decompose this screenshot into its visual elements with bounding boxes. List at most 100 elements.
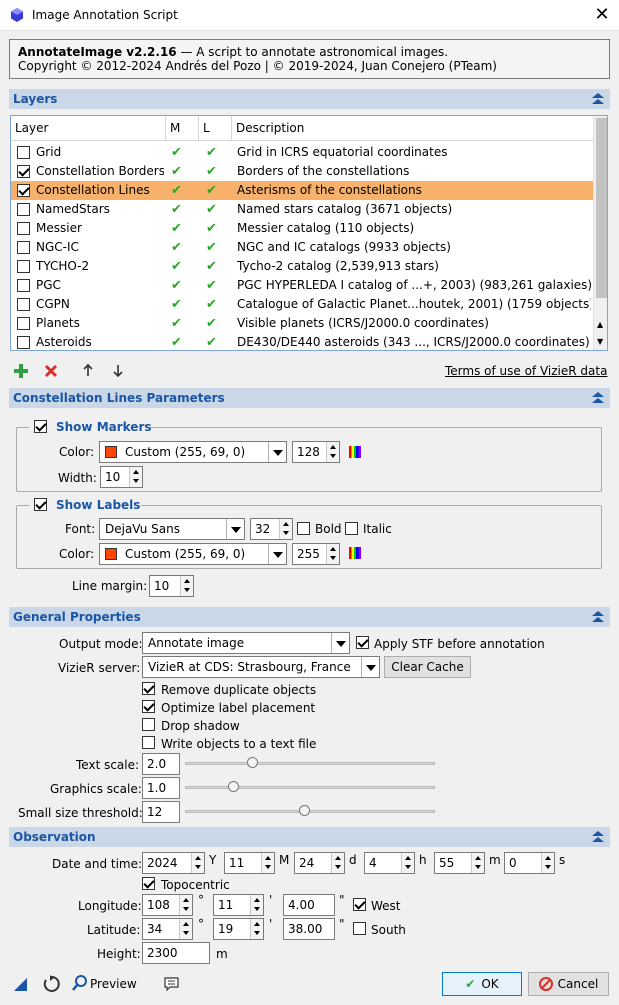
hour-spinbox[interactable]: 4 <box>364 852 415 874</box>
month-spinbox[interactable]: 11 <box>224 852 275 874</box>
section-general-header[interactable]: General Properties <box>9 607 610 627</box>
delete-layer-icon[interactable] <box>44 364 58 378</box>
table-row[interactable]: NamedStars ✔ ✔ Named stars catalog (3671 ob… <box>11 200 593 219</box>
scroll-down-icon[interactable]: ▼ <box>597 337 603 346</box>
vizier-server-select[interactable]: VizieR at CDS: Strasbourg, France <box>142 656 380 678</box>
south-checkbox[interactable] <box>353 922 366 935</box>
label-alpha-spinbox[interactable]: 255 <box>292 543 340 565</box>
graphics-scale-input[interactable]: 1.0 <box>142 777 180 799</box>
latitude-seconds-input[interactable]: 38.00 <box>283 918 335 940</box>
table-row[interactable]: Grid ✔ ✔ Grid in ICRS equatorial coordinate… <box>11 143 593 162</box>
slider-knob[interactable] <box>247 757 258 768</box>
remove-duplicates-checkbox[interactable] <box>142 682 155 695</box>
topocentric-checkbox[interactable] <box>142 877 155 890</box>
longitude-degrees-spinbox[interactable]: 108 <box>142 894 193 916</box>
layer-visibility-checkbox[interactable] <box>17 165 30 178</box>
chevron-down-icon[interactable] <box>361 657 379 677</box>
scroll-up-icon[interactable]: ▲ <box>597 320 603 329</box>
layer-visibility-checkbox[interactable] <box>17 222 30 235</box>
magnifier-icon[interactable] <box>72 975 88 991</box>
documentation-icon[interactable] <box>164 977 179 991</box>
spin-arrows-icon[interactable] <box>179 919 192 939</box>
graphics-scale-slider[interactable] <box>185 781 435 793</box>
text-scale-slider[interactable] <box>185 757 435 769</box>
second-spinbox[interactable]: 0 <box>504 852 555 874</box>
spin-arrows-icon[interactable] <box>541 853 554 873</box>
drop-shadow-checkbox[interactable] <box>142 718 155 731</box>
spin-arrows-icon[interactable] <box>471 853 484 873</box>
layer-visibility-checkbox[interactable] <box>17 203 30 216</box>
year-spinbox[interactable]: 2024 <box>142 852 205 874</box>
close-icon[interactable]: ✕ <box>588 2 616 28</box>
chevron-down-icon[interactable] <box>226 519 244 539</box>
table-row[interactable]: Constellation Lines ✔ ✔ Asterisms of the co… <box>11 181 593 200</box>
color-picker-icon[interactable] <box>349 547 361 559</box>
width-spinbox[interactable]: 10 <box>100 466 143 488</box>
height-input[interactable]: 2300 <box>142 942 210 964</box>
collapse-icon[interactable] <box>592 831 604 843</box>
marker-color-select[interactable]: Custom (255, 69, 0) <box>99 441 287 463</box>
column-header-m[interactable]: M <box>166 116 199 141</box>
table-row[interactable]: Planets ✔ ✔ Visible planets (ICRS/J2000.0 c… <box>11 314 593 333</box>
west-checkbox[interactable] <box>353 898 366 911</box>
chevron-down-icon[interactable] <box>331 633 349 653</box>
collapse-icon[interactable] <box>592 392 604 404</box>
optimize-placement-checkbox[interactable] <box>142 700 155 713</box>
section-parameters-header[interactable]: Constellation Lines Parameters <box>9 388 610 408</box>
layer-visibility-checkbox[interactable] <box>17 146 30 159</box>
table-row[interactable]: Asteroids ✔ ✔ DE430/DE440 asteroids (343 ..… <box>11 333 593 350</box>
reset-icon[interactable] <box>42 975 60 993</box>
slider-knob[interactable] <box>299 805 310 816</box>
latitude-minutes-spinbox[interactable]: 19 <box>213 918 264 940</box>
show-markers-checkbox[interactable] <box>34 420 47 433</box>
layer-visibility-checkbox[interactable] <box>17 298 30 311</box>
spin-arrows-icon[interactable] <box>261 853 274 873</box>
move-down-icon[interactable] <box>112 364 124 377</box>
table-row[interactable]: Messier ✔ ✔ Messier catalog (110 objects) <box>11 219 593 238</box>
chevron-down-icon[interactable] <box>268 442 286 462</box>
spin-arrows-icon[interactable] <box>331 853 344 873</box>
table-scrollbar[interactable]: ▲ ▼ <box>593 116 607 350</box>
slider-knob[interactable] <box>228 781 239 792</box>
spin-arrows-icon[interactable] <box>401 853 414 873</box>
spin-arrows-icon[interactable] <box>326 544 339 564</box>
section-layers-header[interactable]: Layers <box>9 89 610 109</box>
collapse-icon[interactable] <box>592 611 604 623</box>
table-row[interactable]: PGC ✔ ✔ PGC HYPERLEDA I catalog of ...+, 20… <box>11 276 593 295</box>
add-layer-icon[interactable] <box>14 364 28 378</box>
latitude-degrees-spinbox[interactable]: 34 <box>142 918 193 940</box>
apply-stf-checkbox[interactable] <box>356 636 369 649</box>
terms-of-use-link[interactable]: Terms of use of VizieR data <box>445 364 607 378</box>
section-observation-header[interactable]: Observation <box>9 827 610 847</box>
spin-arrows-icon[interactable] <box>180 576 193 596</box>
layer-visibility-checkbox[interactable] <box>17 279 30 292</box>
layers-table[interactable]: Layer M L Description Grid ✔ ✔ Grid in ICRS… <box>10 115 608 351</box>
ok-button[interactable]: ✔ OK <box>442 972 522 996</box>
column-header-description[interactable]: Description <box>232 116 593 141</box>
layer-visibility-checkbox[interactable] <box>17 241 30 254</box>
font-size-spinbox[interactable]: 32 <box>250 518 293 540</box>
write-objects-checkbox[interactable] <box>142 736 155 749</box>
spin-arrows-icon[interactable] <box>326 442 339 462</box>
move-up-icon[interactable] <box>82 364 94 377</box>
column-header-layer[interactable]: Layer <box>11 116 166 141</box>
scrollbar-thumb[interactable] <box>596 118 607 298</box>
spin-arrows-icon[interactable] <box>191 853 204 873</box>
small-size-threshold-slider[interactable] <box>185 805 435 817</box>
table-row[interactable]: Constellation Borders ✔ ✔ Borders of the co… <box>11 162 593 181</box>
spin-arrows-icon[interactable] <box>279 519 292 539</box>
cancel-button[interactable]: Cancel <box>528 972 609 996</box>
show-labels-checkbox[interactable] <box>34 498 47 511</box>
layer-visibility-checkbox[interactable] <box>17 260 30 273</box>
layer-visibility-checkbox[interactable] <box>17 317 30 330</box>
longitude-minutes-spinbox[interactable]: 11 <box>213 894 264 916</box>
bold-checkbox[interactable] <box>297 522 310 535</box>
label-color-select[interactable]: Custom (255, 69, 0) <box>99 543 287 565</box>
spin-arrows-icon[interactable] <box>250 919 263 939</box>
font-select[interactable]: DejaVu Sans <box>99 518 245 540</box>
chevron-down-icon[interactable] <box>268 544 286 564</box>
marker-alpha-spinbox[interactable]: 128 <box>292 441 340 463</box>
table-row[interactable]: CGPN ✔ ✔ Catalogue of Galactic Planet...hou… <box>11 295 593 314</box>
layer-visibility-checkbox[interactable] <box>17 336 30 349</box>
table-row[interactable]: TYCHO-2 ✔ ✔ Tycho-2 catalog (2,539,913 star… <box>11 257 593 276</box>
